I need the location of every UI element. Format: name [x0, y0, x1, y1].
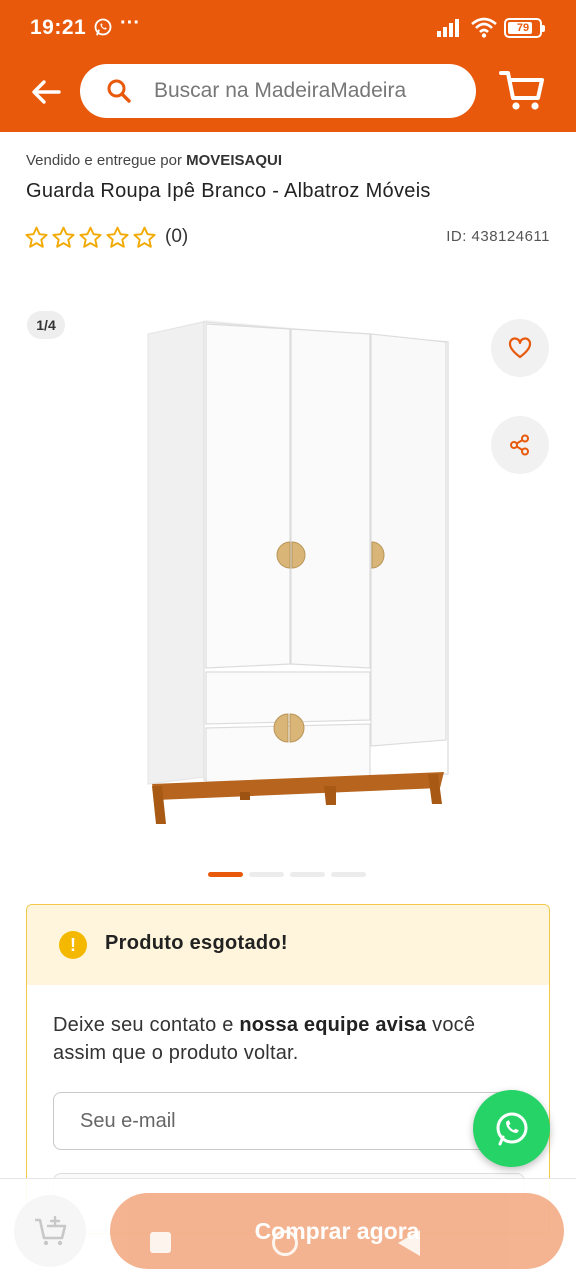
notify-message: Deixe seu contato e nossa equipe avisa v… — [53, 1011, 533, 1067]
seller-name[interactable]: MOVEISAQUI — [186, 152, 282, 169]
product-id: ID: 438124611 — [446, 228, 550, 245]
app-header: 19:21 ··· 79 — [0, 0, 576, 132]
image-counter: 1/4 — [27, 311, 65, 339]
cart-icon — [499, 71, 544, 110]
status-time: 19:21 — [30, 16, 87, 39]
carousel-dot[interactable] — [208, 872, 243, 877]
back-button[interactable] — [24, 70, 68, 114]
buy-now-button[interactable]: Comprar agora — [110, 1193, 564, 1269]
signal-icon — [437, 19, 459, 37]
search-icon — [107, 79, 131, 103]
carousel-dot[interactable] — [331, 872, 366, 877]
search-input[interactable] — [154, 74, 454, 108]
notify-message-bold: nossa equipe avisa — [239, 1014, 427, 1036]
star-empty-icon — [52, 226, 75, 248]
rating-stars[interactable]: (0) — [24, 224, 188, 250]
product-page: 19:21 ··· 79 Buscar na MadeiraMadeira Ve… — [0, 0, 576, 1280]
seller-prefix: Vendido e entregue por — [26, 152, 182, 169]
carousel-dot[interactable] — [290, 872, 325, 877]
email-field[interactable] — [53, 1092, 525, 1150]
star-empty-icon — [25, 226, 48, 248]
battery-level: 79 — [516, 22, 530, 34]
back-arrow-icon — [32, 80, 61, 104]
favorite-button[interactable] — [491, 319, 549, 377]
bottom-action-bar: Comprar agora — [0, 1178, 576, 1280]
whatsapp-button[interactable] — [473, 1090, 550, 1167]
battery-icon: 79 — [504, 18, 545, 38]
star-empty-icon — [106, 226, 129, 248]
product-title: Guarda Roupa Ipê Branco - Albatroz Móvei… — [26, 180, 431, 202]
star-empty-icon — [79, 226, 102, 248]
add-to-cart-button[interactable] — [14, 1195, 86, 1267]
star-empty-icon — [133, 226, 156, 248]
status-more-dots: ··· — [120, 12, 140, 34]
share-button[interactable] — [491, 416, 549, 474]
search-bar[interactable] — [80, 64, 476, 118]
cart-button[interactable] — [498, 68, 546, 114]
share-icon — [510, 434, 529, 456]
status-bar: 19:21 ··· 79 — [0, 0, 576, 56]
whatsapp-notification-icon — [94, 18, 112, 36]
carousel-dot[interactable] — [249, 872, 284, 877]
carousel-indicator — [208, 872, 366, 877]
out-of-stock-header: ! Produto esgotado! — [27, 905, 549, 985]
out-of-stock-title: Produto esgotado! — [105, 932, 288, 954]
notify-message-part1: Deixe seu contato e — [53, 1014, 240, 1036]
cart-add-icon — [35, 1216, 67, 1246]
heart-icon — [508, 337, 532, 359]
rating-count: (0) — [165, 226, 189, 247]
warning-icon: ! — [59, 931, 87, 959]
whatsapp-icon — [496, 1112, 527, 1145]
wifi-icon — [471, 17, 497, 38]
seller-info: Vendido e entregue por MOVEISAQUI — [26, 152, 282, 169]
product-image-wardrobe[interactable] — [140, 312, 456, 832]
